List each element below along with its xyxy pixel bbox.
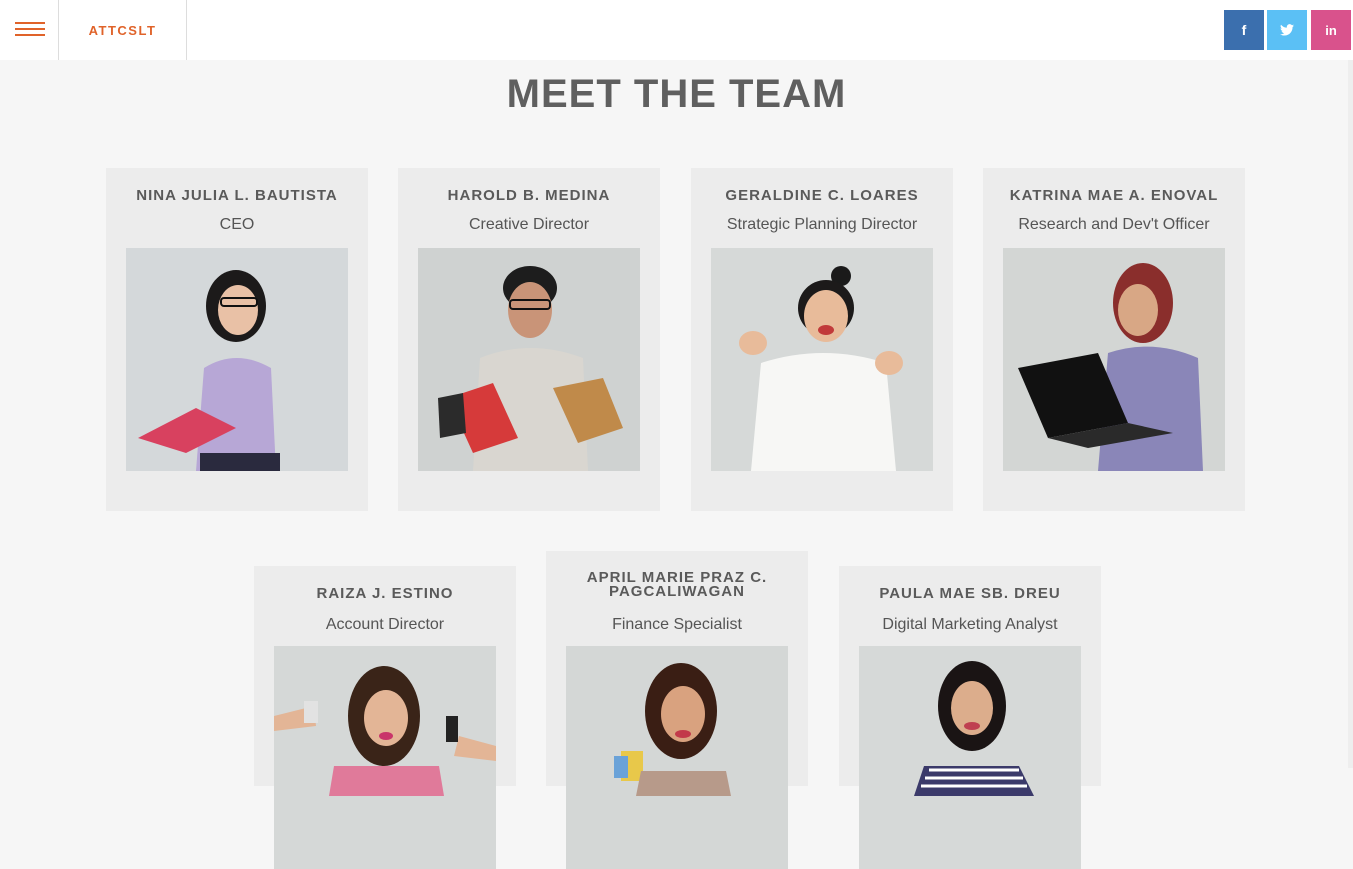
member-photo bbox=[566, 646, 788, 869]
member-name: NINA JULIA L. BAUTISTA bbox=[136, 187, 338, 204]
top-navigation-bar: ATTCSLT f t in bbox=[0, 0, 1353, 60]
member-role: Account Director bbox=[325, 616, 445, 633]
member-role: Digital Marketing Analyst bbox=[882, 616, 1058, 633]
hamburger-menu-icon[interactable] bbox=[0, 0, 59, 60]
member-name: RAIZA J. ESTINO bbox=[316, 585, 454, 602]
member-role: Research and Dev't Officer bbox=[1018, 216, 1210, 233]
member-name: KATRINA MAE A. ENOVAL bbox=[1009, 187, 1219, 204]
brand-logo-link[interactable]: ATTCSLT bbox=[59, 0, 187, 60]
member-name: APRIL MARIE PRAZ C. PAGCALIWAGAN bbox=[586, 569, 768, 600]
member-name: PAULA MAE SB. DREU bbox=[879, 585, 1061, 602]
facebook-icon[interactable]: f bbox=[1224, 10, 1264, 50]
linkedin-label: in bbox=[1325, 22, 1337, 38]
member-photo bbox=[1003, 248, 1225, 471]
team-member-card: GERALDINE C. LOARES Strategic Planning D… bbox=[691, 168, 953, 511]
facebook-label: f bbox=[1241, 22, 1247, 38]
member-photo bbox=[126, 248, 348, 471]
team-member-card: NINA JULIA L. BAUTISTA CEO bbox=[106, 168, 368, 511]
member-photo bbox=[859, 646, 1081, 869]
team-member-card: KATRINA MAE A. ENOVAL Research and Dev't… bbox=[983, 168, 1245, 511]
team-member-card: HAROLD B. MEDINA Creative Director bbox=[398, 168, 660, 511]
member-role: Creative Director bbox=[468, 216, 590, 233]
member-photo bbox=[274, 646, 496, 869]
twitter-bird-icon bbox=[1280, 24, 1294, 36]
team-member-card: APRIL MARIE PRAZ C. PAGCALIWAGAN Finance… bbox=[546, 551, 808, 869]
twitter-icon[interactable]: t bbox=[1267, 10, 1307, 50]
member-name: GERALDINE C. LOARES bbox=[725, 187, 919, 204]
member-role: CEO bbox=[219, 216, 255, 233]
team-member-card: RAIZA J. ESTINO Account Director bbox=[254, 566, 516, 869]
linkedin-icon[interactable]: in bbox=[1311, 10, 1351, 50]
member-role: Finance Specialist bbox=[612, 616, 742, 633]
page-scrollbar[interactable] bbox=[1348, 60, 1353, 768]
member-photo bbox=[711, 248, 933, 471]
page-title: MEET THE TEAM bbox=[506, 72, 847, 116]
member-photo bbox=[418, 248, 640, 471]
team-member-card: PAULA MAE SB. DREU Digital Marketing Ana… bbox=[839, 566, 1101, 869]
member-role: Strategic Planning Director bbox=[726, 216, 918, 233]
member-name: HAROLD B. MEDINA bbox=[447, 187, 611, 204]
